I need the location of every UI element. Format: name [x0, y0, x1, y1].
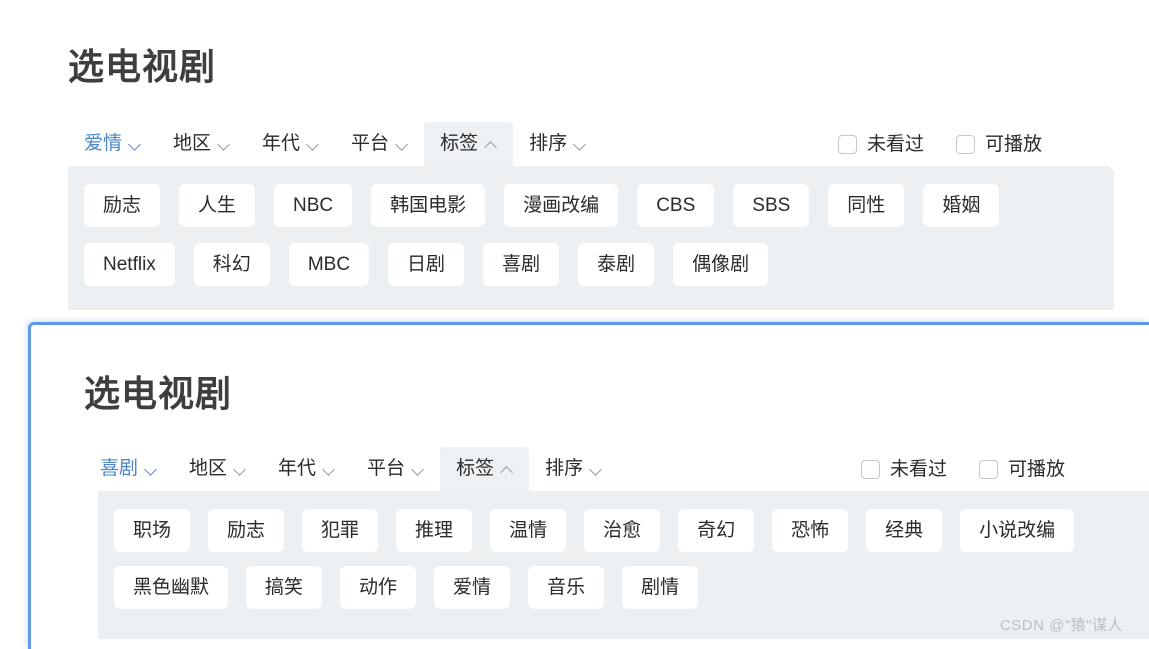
filter-item-label: 排序 — [545, 458, 584, 479]
filter-bar-back: 爱情 地区 年代 平台 标签 排序 — [68, 122, 602, 166]
tag-chip-泰剧[interactable]: 泰剧 — [578, 243, 655, 286]
filter-item-排序[interactable]: 排序 — [513, 122, 602, 166]
tag-chip-职场[interactable]: 职场 — [114, 509, 191, 552]
tag-chip-小说改编[interactable]: 小说改编 — [960, 509, 1075, 552]
screenshot-root: 选电视剧 爱情 地区 年代 平台 标签 排序 未看过 可播放 励志 人生 NBC 韩国电影 漫画改编… — [0, 0, 1149, 649]
filter-item-地区[interactable]: 地区 — [157, 122, 246, 166]
tag-chip-推理[interactable]: 推理 — [396, 509, 473, 552]
filter-item-label: 标签 — [440, 133, 479, 154]
checkbox-group-back: 未看过 可播放 — [838, 122, 1042, 166]
tag-chip-NBC[interactable]: NBC — [274, 184, 353, 227]
filter-item-label: 爱情 — [84, 133, 123, 154]
tag-drawer-back: 励志 人生 NBC 韩国电影 漫画改编 CBS SBS 同性 婚姻 Netflix 科幻 MBC 日剧喜… — [68, 166, 1114, 310]
tag-chip-漫画改编[interactable]: 漫画改编 — [504, 184, 619, 227]
tag-chip-经典[interactable]: 经典 — [866, 509, 943, 552]
filter-item-喜剧[interactable]: 喜剧 — [84, 447, 173, 491]
chevron-down-icon — [574, 138, 586, 150]
filter-item-年代[interactable]: 年代 — [246, 122, 335, 166]
chevron-up-icon — [501, 463, 513, 475]
tag-chip-犯罪[interactable]: 犯罪 — [302, 509, 379, 552]
tag-chip-音乐[interactable]: 音乐 — [528, 566, 605, 609]
checkbox-box-icon[interactable] — [956, 134, 976, 154]
watermark: CSDN @"猿"谋人 — [999, 617, 1123, 634]
chevron-down-icon — [218, 138, 230, 150]
filter-bar-front: 喜剧 地区 年代 平台 标签 排序 — [84, 447, 618, 491]
checkbox-box-icon[interactable] — [979, 459, 999, 479]
checkbox-未看过[interactable]: 未看过 — [838, 132, 924, 157]
filter-item-label: 年代 — [262, 133, 301, 154]
tag-chip-婚姻[interactable]: 婚姻 — [923, 184, 1000, 227]
tag-chip-剧情[interactable]: 剧情 — [622, 566, 699, 609]
chevron-down-icon — [129, 138, 141, 150]
tag-row: 励志 人生 NBC 韩国电影 漫画改编 CBS SBS 同性 婚姻 — [68, 184, 1114, 227]
tag-chip-搞笑[interactable]: 搞笑 — [246, 566, 323, 609]
chevron-down-icon — [590, 463, 602, 475]
checkbox-group-front: 未看过 可播放 — [861, 447, 1065, 491]
tag-chip-励志[interactable]: 励志 — [208, 509, 285, 552]
tag-chip-偶像剧[interactable]: 偶像剧 — [673, 243, 769, 286]
tag-chip-SBS[interactable]: SBS — [733, 184, 810, 227]
tag-row: 黑色幽默 搞笑 动作 爱情 音乐 剧情 — [98, 566, 1149, 609]
tag-row: 职场 励志 犯罪 推理 温情 治愈 奇幻 恐怖 经典 小说改编 — [98, 509, 1149, 552]
chevron-up-icon — [485, 138, 497, 150]
checkbox-label: 可播放 — [1008, 458, 1066, 480]
tag-row: Netflix 科幻 MBC 日剧 喜剧 泰剧 偶像剧 — [68, 243, 1114, 286]
tag-chip-喜剧[interactable]: 喜剧 — [483, 243, 560, 286]
filter-item-平台[interactable]: 平台 — [351, 447, 440, 491]
chevron-down-icon — [307, 138, 319, 150]
checkbox-可播放[interactable]: 可播放 — [979, 457, 1065, 482]
tag-chip-科幻[interactable]: 科幻 — [193, 243, 270, 286]
chevron-down-icon — [412, 463, 424, 475]
tag-chip-CBS[interactable]: CBS — [637, 184, 715, 227]
filter-item-label: 平台 — [367, 458, 406, 479]
checkbox-label: 未看过 — [890, 458, 948, 480]
filter-item-label: 年代 — [278, 458, 317, 479]
tag-chip-温情[interactable]: 温情 — [490, 509, 567, 552]
tag-chip-爱情[interactable]: 爱情 — [434, 566, 511, 609]
tag-chip-日剧[interactable]: 日剧 — [388, 243, 465, 286]
tag-chip-Netflix[interactable]: Netflix — [84, 243, 175, 286]
checkbox-box-icon[interactable] — [861, 459, 880, 479]
filter-item-label: 标签 — [456, 458, 495, 479]
tag-chip-奇幻[interactable]: 奇幻 — [678, 509, 755, 552]
checkbox-可播放[interactable]: 可播放 — [956, 132, 1042, 157]
tag-chip-动作[interactable]: 动作 — [340, 566, 417, 609]
tag-chip-韩国电影[interactable]: 韩国电影 — [371, 184, 486, 227]
filter-item-label: 排序 — [529, 133, 568, 154]
page-title: 选电视剧 — [84, 373, 233, 414]
filter-item-排序[interactable]: 排序 — [529, 447, 618, 491]
filter-item-label: 喜剧 — [100, 458, 139, 479]
tag-chip-同性[interactable]: 同性 — [828, 184, 905, 227]
tag-chip-治愈[interactable]: 治愈 — [584, 509, 661, 552]
tv-filter-panel-front: 选电视剧 喜剧 地区 年代 平台 标签 排序 未看过 可播放 职场 励志 犯罪 推理 温情 治愈 奇幻恐… — [28, 322, 1149, 649]
tag-chip-励志[interactable]: 励志 — [84, 184, 161, 227]
filter-item-label: 平台 — [351, 133, 390, 154]
chevron-down-icon — [234, 463, 246, 475]
filter-item-地区[interactable]: 地区 — [173, 447, 262, 491]
chevron-down-icon — [323, 463, 335, 475]
filter-item-爱情[interactable]: 爱情 — [68, 122, 157, 166]
checkbox-label: 可播放 — [985, 133, 1043, 155]
checkbox-box-icon[interactable] — [838, 134, 857, 154]
filter-item-平台[interactable]: 平台 — [335, 122, 424, 166]
tag-drawer-front: 职场 励志 犯罪 推理 温情 治愈 奇幻 恐怖 经典 小说改编 黑色幽默 搞笑 动作 爱情 音乐 剧情 — [98, 491, 1149, 639]
tag-chip-恐怖[interactable]: 恐怖 — [772, 509, 849, 552]
tag-chip-人生[interactable]: 人生 — [179, 184, 256, 227]
page-title: 选电视剧 — [68, 46, 217, 87]
filter-item-label: 地区 — [173, 133, 212, 154]
tag-chip-MBC[interactable]: MBC — [288, 243, 370, 286]
filter-item-标签[interactable]: 标签 — [440, 447, 530, 491]
checkbox-未看过[interactable]: 未看过 — [861, 457, 947, 482]
tv-filter-panel-back: 选电视剧 爱情 地区 年代 平台 标签 排序 未看过 可播放 励志 人生 NBC 韩国电影 漫画改编… — [0, 0, 1149, 330]
checkbox-label: 未看过 — [867, 133, 925, 155]
filter-item-label: 地区 — [189, 458, 228, 479]
filter-item-年代[interactable]: 年代 — [262, 447, 351, 491]
chevron-down-icon — [396, 138, 408, 150]
filter-item-标签[interactable]: 标签 — [424, 122, 514, 166]
chevron-down-icon — [145, 463, 157, 475]
tag-chip-黑色幽默[interactable]: 黑色幽默 — [114, 566, 229, 609]
